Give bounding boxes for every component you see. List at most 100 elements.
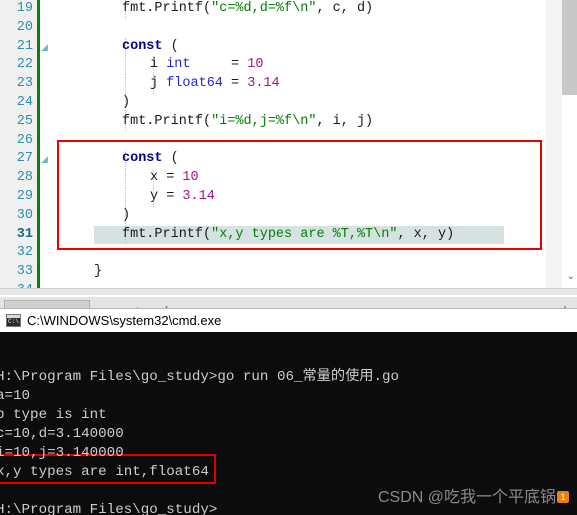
line-number: 28 (16, 170, 33, 186)
code-line[interactable]: fmt.Printf("x,y types are %T,%T\n", x, y… (40, 225, 535, 245)
code-line-text: ) (122, 207, 130, 226)
code-token: int (166, 57, 191, 73)
code-token: fmt.Printf( (122, 1, 212, 16)
fold-toggle-icon[interactable]: ◢ (41, 38, 50, 57)
code-token: = (190, 57, 248, 73)
indent-guide (125, 169, 127, 188)
line-number: 25 (16, 113, 33, 129)
code-editor-pane[interactable]: fmt.Printf("c=%d,d=%f\n", c, d) const (i … (0, 0, 577, 295)
code-surface[interactable]: fmt.Printf("c=%d,d=%f\n", c, d) const (i … (40, 0, 535, 295)
code-token: "c=%d,d=%f\n" (211, 1, 317, 16)
code-token: ( (162, 151, 179, 167)
cmd-console-icon: C:\ (6, 314, 21, 327)
scroll-down-arrow-icon[interactable]: ⌄ (567, 271, 575, 282)
code-token: , i, j) (316, 113, 374, 129)
line-number: 19 (16, 1, 33, 16)
code-line-text: fmt.Printf("c=%d,d=%f\n", c, d) (122, 0, 373, 19)
line-number: 22 (16, 57, 33, 73)
code-token: const (122, 151, 163, 167)
code-line[interactable]: x = 10 (40, 169, 535, 188)
code-token: ) (122, 95, 131, 110)
code-token: , c, d) (316, 1, 374, 16)
csdn-watermark: CSDN @吃我一个平底锅 1 (378, 483, 569, 507)
line-number: 32 (16, 245, 33, 261)
code-token: x = (150, 170, 183, 186)
console-line: H:\Program Files\go_study> (0, 502, 218, 515)
code-line[interactable] (40, 19, 535, 38)
code-token: float64 (166, 76, 223, 92)
cmd-window[interactable]: C:\ C:\WINDOWS\system32\cmd.exe CSDN @吃我… (0, 308, 577, 515)
cmd-output-area[interactable]: CSDN @吃我一个平底锅 1 H:\Program Files\go_study… (0, 332, 577, 515)
console-line: i=10,j=3.140000 (0, 445, 124, 461)
code-token: } (94, 264, 103, 280)
code-token: ( (162, 38, 179, 54)
code-line[interactable]: const ( (40, 37, 535, 57)
code-line-text: i int = 10 (150, 56, 263, 75)
console-line: c=10,d=3.140000 (0, 426, 124, 442)
line-number: 27 (16, 151, 33, 167)
code-line[interactable]: i int = 10 (40, 56, 535, 76)
line-number: 33 (16, 264, 33, 280)
code-line-text: j float64 = 3.14 (150, 75, 280, 94)
code-line[interactable] (40, 244, 535, 263)
code-line[interactable] (40, 132, 535, 151)
watermark-text: CSDN @吃我一个平底锅 (377, 489, 556, 506)
watermark-badge: 1 (557, 491, 569, 503)
code-line-text: const ( (122, 150, 179, 169)
code-token: 10 (247, 57, 264, 73)
editor-scroll-track[interactable] (546, 0, 562, 288)
screen-root: fmt.Printf("c=%d,d=%f\n", c, d) const (i … (0, 0, 577, 515)
code-token: , x, y) (397, 226, 455, 242)
code-line-text: const ( (122, 38, 179, 57)
line-number: 31 (16, 226, 33, 242)
code-token: 10 (182, 170, 199, 186)
editor-horizontal-scrollbar[interactable] (0, 288, 577, 295)
indent-guide (125, 75, 127, 94)
line-number: 30 (16, 207, 33, 223)
code-token: "x,y types are %T,%T\n" (211, 226, 398, 242)
code-line-text: fmt.Printf("x,y types are %T,%T\n", x, y… (122, 226, 454, 245)
console-highlighted-line: x,y types are int,float64 (0, 464, 209, 480)
code-line[interactable]: y = 3.14 (40, 188, 535, 207)
line-number: 20 (16, 19, 33, 35)
line-number: 21 (16, 38, 33, 54)
code-token: ) (122, 207, 131, 223)
code-token: 3.14 (247, 76, 280, 92)
code-line[interactable]: } (40, 263, 535, 282)
code-line-text: y = 3.14 (150, 188, 215, 207)
indent-guide (125, 56, 127, 76)
cmd-icon-glyph: C:\ (8, 318, 19, 325)
line-number-column: 192021◢222324252627◢28293031323334 (0, 0, 54, 295)
cmd-title-text: C:\WINDOWS\system32\cmd.exe (27, 313, 222, 328)
code-token: i (150, 57, 167, 73)
code-line-text: ) (122, 94, 130, 113)
line-number: 24 (16, 95, 33, 110)
line-number: 23 (16, 76, 33, 92)
code-line[interactable]: ) (40, 94, 535, 113)
code-token: j (150, 76, 167, 92)
console-line: a=10 (0, 388, 31, 404)
line-number: 29 (16, 189, 33, 204)
console-line: b type is int (0, 407, 107, 423)
code-token: fmt.Printf( (122, 226, 212, 242)
code-token: y = (150, 189, 183, 204)
code-token: 3.14 (182, 189, 215, 204)
fold-toggle-icon[interactable]: ◢ (41, 150, 50, 169)
code-line[interactable]: fmt.Printf("c=%d,d=%f\n", c, d) (40, 0, 535, 19)
line-number: 26 (16, 132, 33, 148)
code-line-text: } (94, 263, 102, 282)
code-line[interactable]: j float64 = 3.14 (40, 75, 535, 94)
console-line: H:\Program Files\go_study>go run 06_常量的使… (0, 369, 399, 385)
cmd-title-bar[interactable]: C:\ C:\WINDOWS\system32\cmd.exe (0, 308, 577, 333)
code-token: fmt.Printf( (122, 113, 212, 129)
code-line-text: x = 10 (150, 169, 199, 188)
code-token: = (222, 76, 248, 92)
code-line-text: fmt.Printf("i=%d,j=%f\n", i, j) (122, 113, 373, 132)
scrollbar-thumb[interactable] (561, 0, 577, 95)
code-line[interactable]: const ( (40, 150, 535, 170)
code-line[interactable]: fmt.Printf("i=%d,j=%f\n", i, j) (40, 112, 535, 132)
editor-vertical-scrollbar[interactable]: ⌄ (561, 0, 577, 288)
code-token: const (122, 38, 163, 54)
code-token: "i=%d,j=%f\n" (211, 113, 317, 129)
code-line[interactable]: ) (40, 206, 535, 226)
